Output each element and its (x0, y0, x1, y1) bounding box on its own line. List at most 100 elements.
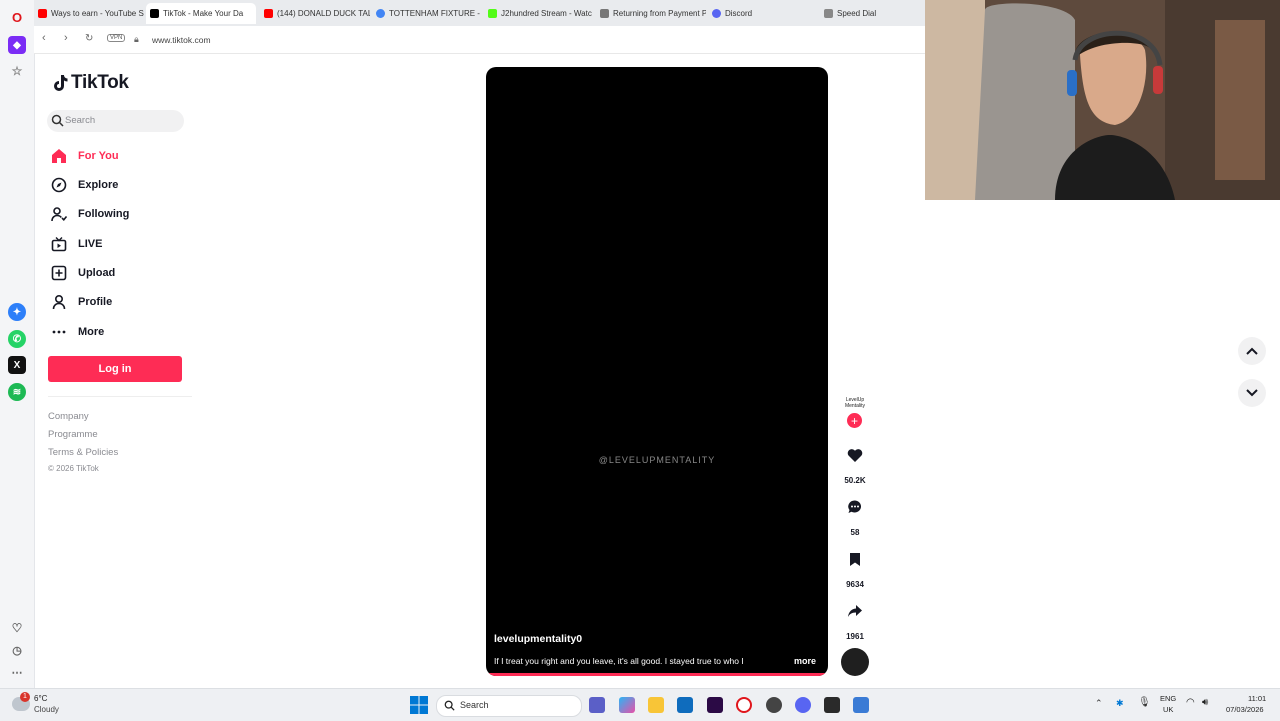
remote-desktop-icon[interactable] (853, 697, 869, 713)
tab-speed-dial[interactable]: Speed Dial (820, 4, 920, 22)
language-top[interactable]: ENG (1160, 694, 1176, 703)
tab-donald-duck[interactable]: (144) DONALD DUCK TAL (260, 4, 370, 22)
more-icon (50, 323, 68, 341)
back-icon[interactable]: ‹ (42, 32, 46, 44)
login-button[interactable]: Log in (48, 356, 182, 382)
chevron-down-icon (1246, 389, 1258, 397)
youtube-icon (38, 8, 47, 18)
rail-more-icon[interactable]: ⋯ (8, 663, 26, 681)
whatsapp-icon[interactable]: ✆ (8, 330, 26, 348)
taskbar-search[interactable]: Search (436, 695, 582, 717)
follow-plus-icon[interactable]: + (847, 413, 862, 428)
lock-icon[interactable]: 🔒︎ (134, 34, 139, 45)
tab-tiktok[interactable]: TikTok - Make Your Da (146, 3, 256, 24)
tray-chevron-icon[interactable]: ⌃ (1095, 698, 1103, 709)
tiktok-icon (150, 9, 159, 18)
url-field[interactable]: www.tiktok.com (152, 35, 211, 45)
clock-time[interactable]: 11:01 (1248, 694, 1266, 703)
creator-avatar[interactable]: LevelUp Mentality (842, 397, 868, 413)
windows-start-icon[interactable] (410, 696, 428, 714)
discord-taskbar-icon[interactable] (795, 697, 811, 713)
spotify-icon[interactable]: ≋ (8, 383, 26, 401)
mic-icon[interactable]: 🎙︎ (1138, 697, 1151, 708)
browser-sidebar: O ◆ ☆ ✦ ✆ X ≋ ♡ ◷ ⋯ (0, 0, 35, 688)
weather-temp[interactable]: 6°C (34, 694, 47, 703)
next-video-button[interactable] (1238, 379, 1266, 407)
youtube-icon (264, 8, 273, 18)
caption-more-button[interactable]: more (794, 656, 816, 666)
video-author[interactable]: levelupmentality0 (494, 633, 582, 645)
store-icon[interactable] (677, 697, 693, 713)
home-icon (50, 147, 68, 165)
save-count: 9634 (846, 580, 864, 589)
windows-taskbar: 1 6°C Cloudy Search ⌃ ✱ 🎙︎ ENG UK ◠ 🔊︎ 1… (0, 688, 1280, 721)
footer-terms-link[interactable]: Terms & Policies (48, 447, 118, 458)
save-button[interactable] (842, 546, 868, 572)
tab-tottenham[interactable]: TOTTENHAM FIXTURE - G (372, 4, 482, 22)
forward-icon[interactable]: › (64, 32, 68, 44)
nav-more[interactable]: More (50, 320, 190, 344)
nav-label: Upload (78, 267, 116, 279)
x-icon[interactable]: X (8, 356, 26, 374)
previous-video-button[interactable] (1238, 337, 1266, 365)
comment-button[interactable] (842, 494, 868, 520)
compass-icon (50, 176, 68, 194)
volume-icon[interactable]: 🔊︎ (1202, 697, 1208, 708)
bluetooth-icon[interactable]: ✱ (1116, 698, 1124, 709)
steam-icon[interactable] (766, 697, 782, 713)
nav-label: LIVE (78, 238, 103, 250)
weather-desc[interactable]: Cloudy (34, 705, 59, 714)
nav-following[interactable]: Following (50, 202, 190, 226)
tab-label: Discord (725, 8, 753, 18)
opera-taskbar-icon[interactable] (736, 697, 752, 713)
premiere-icon[interactable] (707, 697, 723, 713)
nav-profile[interactable]: Profile (50, 290, 190, 314)
nav-label: Following (78, 208, 130, 220)
vpn-badge[interactable]: VPN (107, 34, 126, 42)
opera-logo-icon[interactable]: O (8, 8, 26, 26)
teams-icon[interactable] (589, 697, 605, 713)
tab-label: TOTTENHAM FIXTURE - G (389, 8, 482, 18)
tab-kick-stream[interactable]: J2hundred Stream - Watc (484, 4, 594, 22)
nav-live[interactable]: LIVE (50, 232, 190, 256)
tab-label: (144) DONALD DUCK TAL (277, 8, 370, 18)
extension-icon[interactable]: ◆ (8, 36, 26, 54)
star-icon[interactable]: ☆ (8, 62, 26, 80)
language-bottom[interactable]: UK (1163, 705, 1173, 714)
search-placeholder: Search (65, 115, 96, 126)
messenger-icon[interactable]: ✦ (8, 303, 26, 321)
tab-discord[interactable]: Discord (708, 4, 818, 22)
nav-label: Profile (78, 296, 113, 308)
footer-company-link[interactable]: Company (48, 411, 89, 422)
tab-youtube-earn[interactable]: Ways to earn - YouTube S (34, 4, 144, 22)
heart-outline-icon[interactable]: ♡ (8, 619, 26, 637)
like-button[interactable] (842, 442, 868, 468)
tab-label: Ways to earn - YouTube S (51, 8, 144, 18)
history-icon[interactable]: ◷ (8, 641, 26, 659)
copilot-icon[interactable] (619, 697, 635, 713)
wifi-icon[interactable]: ◠ (1186, 697, 1195, 708)
video-progress-bar[interactable] (486, 673, 828, 676)
clock-date[interactable]: 07/03/2026 (1226, 705, 1264, 714)
music-disc-avatar[interactable] (841, 648, 869, 676)
epic-games-icon[interactable] (824, 697, 840, 713)
nav-for-you[interactable]: For You (50, 144, 190, 168)
footer-programme-link[interactable]: Programme (48, 429, 98, 440)
nav-explore[interactable]: Explore (50, 173, 190, 197)
tab-payment[interactable]: Returning from Payment P (596, 4, 706, 22)
following-icon (50, 205, 68, 223)
tiktok-logo[interactable]: TikTok (52, 72, 129, 94)
reload-icon[interactable]: ↻ (85, 33, 93, 44)
bookmark-icon (850, 552, 860, 566)
discord-icon (712, 8, 721, 18)
share-icon (848, 605, 862, 617)
search-input[interactable]: Search (47, 110, 184, 132)
video-player[interactable]: @LEVELUPMENTALITY levelupmentality0 If I… (486, 67, 828, 676)
live-icon (50, 235, 68, 253)
taskbar-search-icon (444, 700, 455, 711)
nav-upload[interactable]: Upload (50, 261, 190, 285)
heart-icon (847, 448, 863, 462)
share-button[interactable] (842, 598, 868, 624)
search-icon (51, 114, 64, 127)
file-explorer-icon[interactable] (648, 697, 664, 713)
